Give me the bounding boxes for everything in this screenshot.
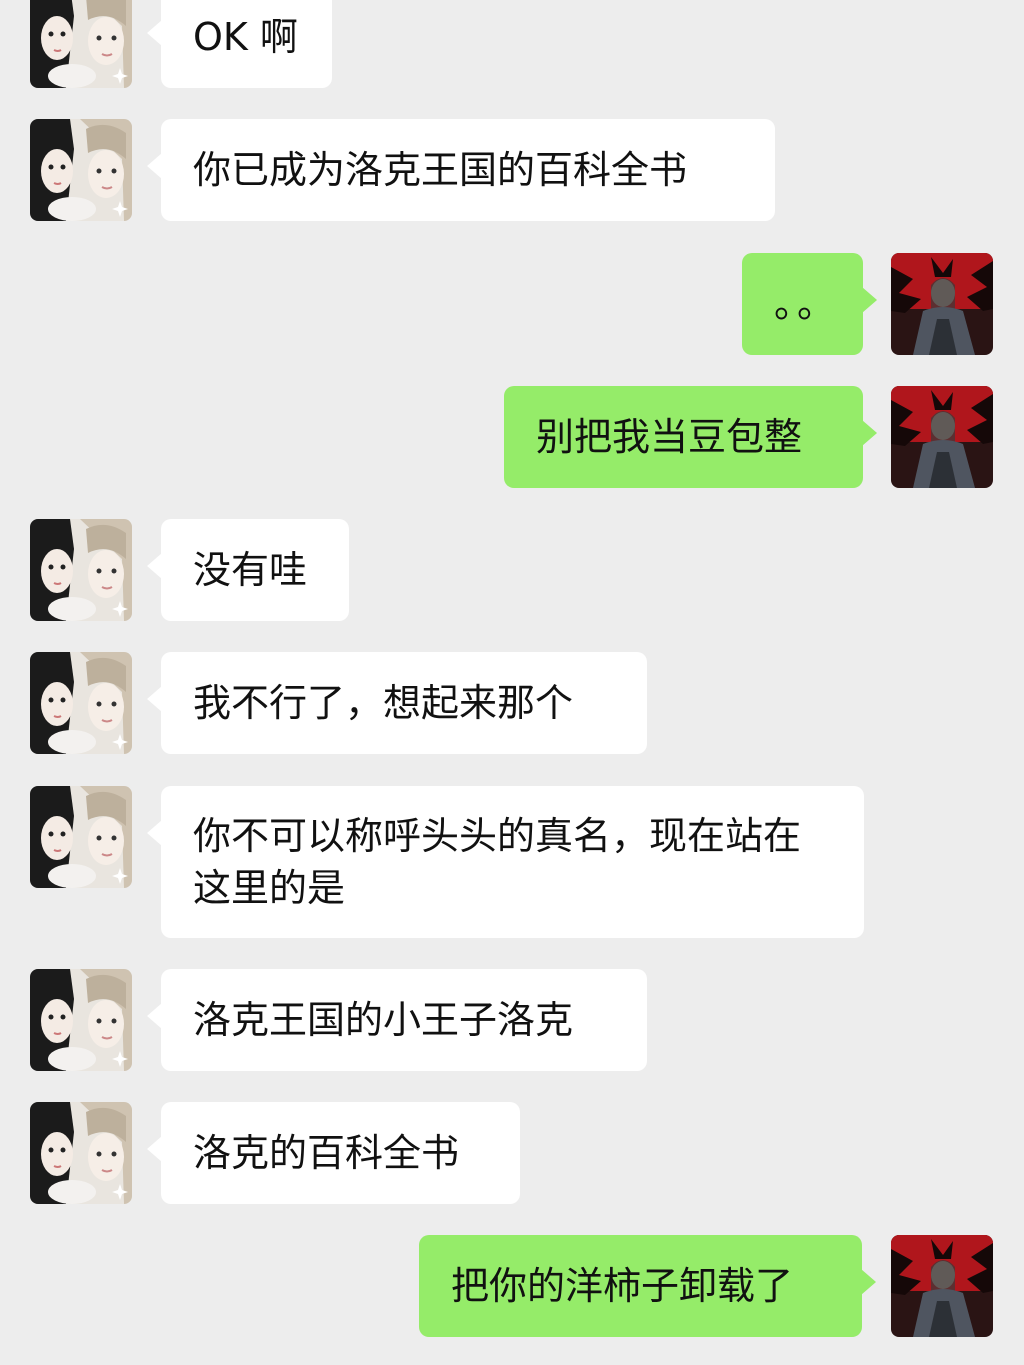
outgoing-message-bubble[interactable]: 。。 bbox=[742, 253, 877, 355]
message-text: 你已成为洛克王国的百科全书 bbox=[193, 148, 688, 192]
incoming-message-bubble[interactable]: 没有哇 bbox=[147, 519, 349, 621]
two-girls-avatar-icon[interactable] bbox=[30, 519, 132, 621]
message-row: 你已成为洛克王国的百科全书 bbox=[0, 119, 1024, 221]
message-row: 你不可以称呼头头的真名，现在站在这里的是 bbox=[0, 786, 1024, 938]
bubble-tail bbox=[147, 20, 162, 46]
bubble-tail bbox=[147, 553, 162, 579]
two-girls-avatar-icon[interactable] bbox=[30, 969, 132, 1071]
two-girls-avatar-icon[interactable] bbox=[30, 119, 132, 221]
message-row: 把你的洋柿子卸载了 bbox=[0, 1235, 1024, 1337]
dark-figure-avatar-icon[interactable] bbox=[891, 253, 993, 355]
incoming-message-bubble[interactable]: OK 啊 bbox=[147, 0, 332, 88]
message-text: 洛克王国的小王子洛克 bbox=[193, 998, 574, 1042]
two-girls-avatar-icon[interactable] bbox=[30, 1102, 132, 1204]
bubble-tail bbox=[147, 820, 162, 846]
message-row: 没有哇 bbox=[0, 519, 1024, 621]
outgoing-message-bubble[interactable]: 把你的洋柿子卸载了 bbox=[419, 1235, 876, 1337]
dark-figure-avatar-icon[interactable] bbox=[891, 386, 993, 488]
message-text: 别把我当豆包整 bbox=[536, 415, 803, 459]
message-row: 洛克的百科全书 bbox=[0, 1102, 1024, 1204]
message-text: OK 啊 bbox=[193, 15, 298, 59]
message-text: 。。 bbox=[774, 282, 840, 326]
incoming-message-bubble[interactable]: 你已成为洛克王国的百科全书 bbox=[147, 119, 775, 221]
incoming-message-bubble[interactable]: 洛克王国的小王子洛克 bbox=[147, 969, 647, 1071]
message-text: 把你的洋柿子卸载了 bbox=[451, 1264, 794, 1308]
bubble-tail bbox=[147, 686, 162, 712]
message-text: 我不行了，想起来那个 bbox=[193, 681, 574, 725]
message-text: 没有哇 bbox=[193, 548, 308, 592]
bubble-tail bbox=[862, 287, 877, 313]
bubble-tail bbox=[862, 420, 877, 446]
message-row: 我不行了，想起来那个 bbox=[0, 652, 1024, 754]
incoming-message-bubble[interactable]: 你不可以称呼头头的真名，现在站在这里的是 bbox=[147, 786, 864, 938]
message-text: 你不可以称呼头头的真名，现在站在这里的是 bbox=[193, 814, 802, 910]
two-girls-avatar-icon[interactable] bbox=[30, 652, 132, 754]
incoming-message-bubble[interactable]: 我不行了，想起来那个 bbox=[147, 652, 647, 754]
bubble-tail bbox=[147, 1136, 162, 1162]
bubble-tail bbox=[147, 1003, 162, 1029]
bubble-tail bbox=[861, 1269, 876, 1295]
message-text: 洛克的百科全书 bbox=[193, 1131, 460, 1175]
two-girls-avatar-icon[interactable] bbox=[30, 0, 132, 88]
chat-window: OK 啊你已成为洛克王国的百科全书。。别把我当豆包整没有哇我不行了，想起来那个你… bbox=[0, 0, 1024, 1365]
outgoing-message-bubble[interactable]: 别把我当豆包整 bbox=[504, 386, 877, 488]
message-row: 洛克王国的小王子洛克 bbox=[0, 969, 1024, 1071]
incoming-message-bubble[interactable]: 洛克的百科全书 bbox=[147, 1102, 520, 1204]
dark-figure-avatar-icon[interactable] bbox=[891, 1235, 993, 1337]
bubble-tail bbox=[147, 153, 162, 179]
message-row: OK 啊 bbox=[0, 0, 1024, 88]
two-girls-avatar-icon[interactable] bbox=[30, 786, 132, 888]
message-row: 别把我当豆包整 bbox=[0, 386, 1024, 488]
message-row: 。。 bbox=[0, 253, 1024, 355]
